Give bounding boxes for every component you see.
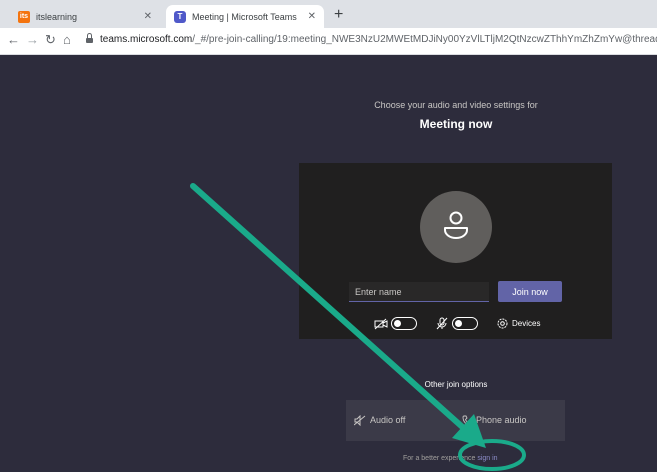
home-icon[interactable]: ⌂ — [63, 32, 71, 47]
gear-icon[interactable] — [497, 318, 508, 329]
lock-icon[interactable] — [86, 33, 93, 44]
toggle-knob — [455, 320, 462, 327]
camera-toggle[interactable] — [391, 317, 417, 330]
forward-arrow-icon[interactable]: → — [26, 32, 39, 47]
other-join-options: Audio off Phone audio — [346, 400, 565, 441]
tab-teams-meeting[interactable]: T Meeting | Microsoft Teams ✕ — [166, 5, 324, 28]
audio-off-button[interactable]: Audio off — [370, 415, 405, 425]
mic-off-icon — [436, 317, 448, 330]
sign-in-link[interactable]: sign in — [477, 455, 497, 462]
devices-button[interactable]: Devices — [512, 319, 540, 328]
name-input[interactable] — [349, 282, 489, 302]
join-now-button[interactable]: Join now — [498, 281, 562, 302]
phone-icon — [462, 415, 472, 426]
url-field[interactable]: teams.microsoft.com/_#/pre-join-calling/… — [100, 34, 657, 45]
video-preview-panel: Join now Devices — [299, 163, 612, 339]
toggle-knob — [394, 320, 401, 327]
tab-itslearning[interactable]: its itslearning ✕ — [10, 5, 160, 28]
close-tab-icon[interactable]: ✕ — [144, 11, 152, 22]
reload-icon[interactable]: ↻ — [45, 32, 56, 48]
footer-text: For a better experience — [403, 455, 476, 462]
teams-icon: T — [174, 10, 186, 23]
prejoin-prompt: Choose your audio and video settings for — [374, 100, 538, 110]
browser-tab-bar: its itslearning ✕ T Meeting | Microsoft … — [0, 0, 657, 28]
meeting-title: Meeting now — [419, 117, 493, 131]
person-icon — [444, 211, 468, 239]
avatar — [420, 191, 492, 263]
url-host: teams.microsoft.com — [100, 34, 193, 45]
camera-off-icon — [374, 318, 388, 330]
back-arrow-icon[interactable]: ← — [7, 32, 20, 47]
other-join-options-title: Other join options — [424, 380, 488, 389]
microphone-toggle[interactable] — [452, 317, 478, 330]
tab-title: Meeting | Microsoft Teams — [192, 11, 297, 22]
sign-in-prompt: For a better experience sign in — [403, 455, 498, 462]
phone-audio-button[interactable]: Phone audio — [476, 415, 527, 425]
new-tab-button[interactable]: + — [334, 6, 343, 24]
itslearning-icon: its — [18, 10, 30, 23]
tab-title: itslearning — [36, 11, 78, 22]
close-tab-icon[interactable]: ✕ — [308, 11, 316, 22]
address-bar: ← → ↻ ⌂ teams.microsoft.com/_#/pre-join-… — [0, 28, 657, 55]
url-path: /_#/pre-join-calling/19:meeting_NWE3NzU2… — [192, 34, 657, 45]
speaker-off-icon — [354, 415, 366, 426]
